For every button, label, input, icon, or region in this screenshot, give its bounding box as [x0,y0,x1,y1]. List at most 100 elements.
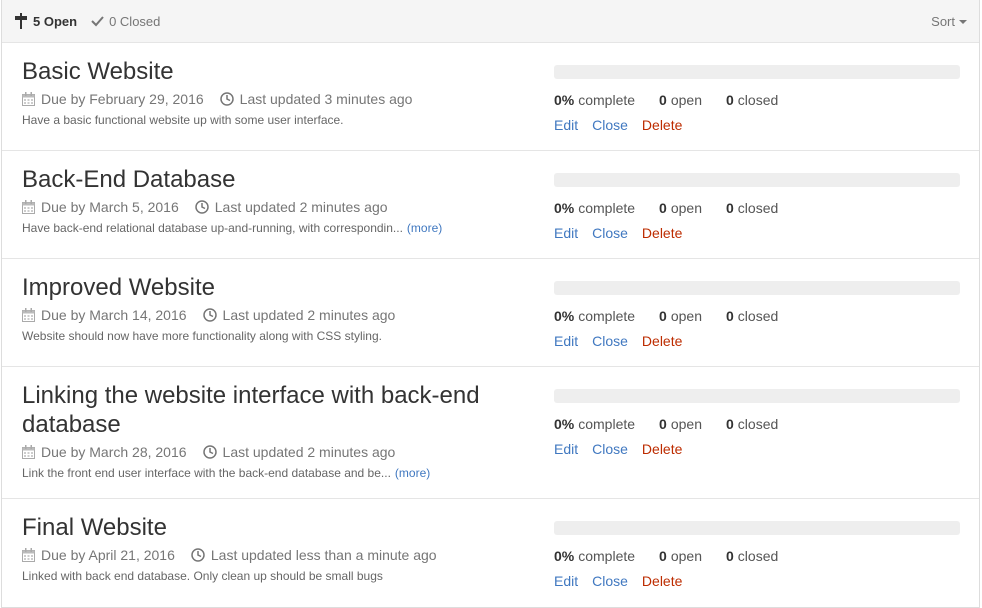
open-stat: 0 open [659,200,702,216]
progress-bar [554,281,960,295]
milestone-stats: 0% complete 0 open 0 closed [554,416,960,432]
milestone-description: Website should now have more functionali… [22,329,502,343]
milestone-meta: Due by March 5, 2016 Last updated 2 minu… [22,198,502,216]
check-icon [91,15,104,27]
milestones-panel: 5 Open 0 Closed Sort Basic Website Due b… [1,0,980,608]
milestone-info: Improved Website Due by March 14, 2016 L… [22,273,502,343]
closed-value: 0 [726,92,734,108]
progress-bar [554,65,960,79]
close-link[interactable]: Close [592,441,628,457]
closed-label: closed [737,200,779,216]
open-label: open [670,308,702,324]
milestone-title[interactable]: Improved Website [22,273,502,302]
milestone-due-date: Due by March 14, 2016 [41,307,187,323]
complete-label: complete [578,308,636,324]
closed-label: closed [737,308,779,324]
milestone-progress: 0% complete 0 open 0 closed Edit Close Dele… [554,173,960,241]
closed-value: 0 [726,308,734,324]
complete-label: complete [578,548,636,564]
closed-value: 0 [726,200,734,216]
milestone-title[interactable]: Final Website [22,513,502,542]
edit-link[interactable]: Edit [554,225,578,241]
milestone-actions: Edit Close Delete [554,441,960,457]
milestone-progress: 0% complete 0 open 0 closed Edit Close Dele… [554,521,960,589]
milestone-stats: 0% complete 0 open 0 closed [554,200,960,216]
edit-link[interactable]: Edit [554,441,578,457]
milestone-progress: 0% complete 0 open 0 closed Edit Close Dele… [554,281,960,349]
delete-link[interactable]: Delete [642,117,682,133]
progress-bar [554,389,960,403]
open-stat: 0 open [659,92,702,108]
open-value: 0 [659,308,667,324]
milestone-row: Back-End Database Due by March 5, 2016 L… [2,151,979,259]
milestone-description-text: Website should now have more functionali… [22,329,382,343]
milestone-progress: 0% complete 0 open 0 closed Edit Close Dele… [554,65,960,133]
milestone-description: Have back-end relational database up-and… [22,221,502,235]
closed-milestones-tab[interactable]: 0 Closed [91,14,160,29]
clock-icon [202,308,217,322]
milestone-stats: 0% complete 0 open 0 closed [554,92,960,108]
delete-link[interactable]: Delete [642,333,682,349]
calendar-icon [22,200,35,214]
milestone-info: Final Website Due by April 21, 2016 Last… [22,513,502,583]
edit-link[interactable]: Edit [554,117,578,133]
edit-link[interactable]: Edit [554,573,578,589]
closed-stat: 0 closed [726,308,778,324]
milestone-info: Linking the website interface with back-… [22,381,502,480]
milestone-title[interactable]: Basic Website [22,57,502,86]
calendar-icon [22,92,35,106]
milestone-row: Final Website Due by April 21, 2016 Last… [2,499,979,605]
sort-label: Sort [931,13,955,29]
open-stat: 0 open [659,308,702,324]
clock-icon [219,92,234,106]
milestone-last-updated: Last updated 2 minutes ago [222,307,396,323]
milestone-stats: 0% complete 0 open 0 closed [554,308,960,324]
open-stat: 0 open [659,416,702,432]
milestone-last-updated: Last updated 3 minutes ago [239,91,413,107]
open-value: 0 [659,92,667,108]
milestone-description: Have a basic functional website up with … [22,113,502,127]
progress-bar [554,173,960,187]
milestone-title[interactable]: Back-End Database [22,165,502,194]
milestone-meta: Due by March 28, 2016 Last updated 2 min… [22,443,502,461]
edit-link[interactable]: Edit [554,333,578,349]
milestone-due-date: Due by March 28, 2016 [41,444,187,460]
complete-stat: 0% complete [554,548,635,564]
closed-value: 0 [726,416,734,432]
milestone-actions: Edit Close Delete [554,225,960,241]
more-link[interactable]: (more) [395,466,430,480]
complete-stat: 0% complete [554,92,635,108]
milestone-last-updated: Last updated 2 minutes ago [222,444,396,460]
open-label: open [670,416,702,432]
open-milestones-tab[interactable]: 5 Open [14,13,77,29]
closed-stat: 0 closed [726,548,778,564]
complete-stat: 0% complete [554,308,635,324]
milestone-due-date: Due by February 29, 2016 [41,91,204,107]
open-value: 0 [659,548,667,564]
milestones-header: 5 Open 0 Closed Sort [2,0,979,43]
milestone-meta: Due by March 14, 2016 Last updated 2 min… [22,306,502,324]
close-link[interactable]: Close [592,117,628,133]
milestone-info: Basic Website Due by February 29, 2016 L… [22,57,502,127]
complete-stat: 0% complete [554,200,635,216]
closed-label: closed [737,548,779,564]
delete-link[interactable]: Delete [642,573,682,589]
complete-label: complete [578,92,636,108]
close-link[interactable]: Close [592,573,628,589]
milestone-description-text: Have back-end relational database up-and… [22,221,403,235]
milestone-list: Basic Website Due by February 29, 2016 L… [2,43,979,605]
delete-link[interactable]: Delete [642,225,682,241]
more-link[interactable]: (more) [407,221,442,235]
milestone-actions: Edit Close Delete [554,333,960,349]
milestone-title[interactable]: Linking the website interface with back-… [22,381,502,439]
milestone-actions: Edit Close Delete [554,573,960,589]
closed-stat: 0 closed [726,200,778,216]
closed-label: closed [737,92,779,108]
sort-dropdown[interactable]: Sort [931,14,967,29]
milestone-row: Improved Website Due by March 14, 2016 L… [2,259,979,367]
delete-link[interactable]: Delete [642,441,682,457]
closed-stat: 0 closed [726,92,778,108]
close-link[interactable]: Close [592,333,628,349]
complete-value: 0% [554,92,575,108]
close-link[interactable]: Close [592,225,628,241]
